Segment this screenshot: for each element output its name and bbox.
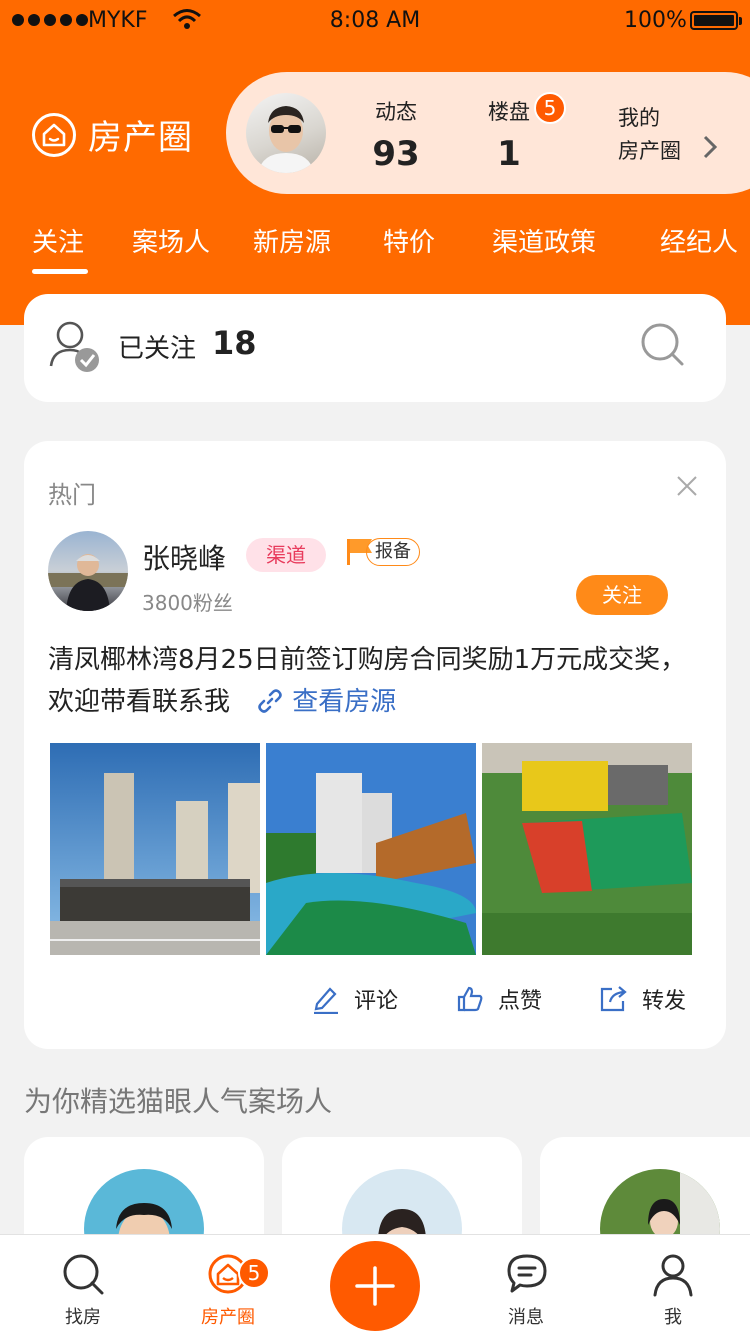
nav-messages-label: 消息 (508, 1307, 544, 1328)
hot-post-card: 热门 张晓峰 渠道 报备 3800粉丝 关注 清凤椰林湾8月25日前签订购房合同… (24, 441, 726, 1049)
brand-name: 房产圈 (88, 118, 193, 158)
tab-new-listing[interactable]: 新房源 (253, 222, 331, 259)
tab-special-price[interactable]: 特价 (383, 222, 435, 259)
like-action[interactable]: 点赞 (456, 979, 542, 1019)
link-icon (258, 689, 283, 713)
report-tag-label: 报备 (366, 538, 420, 566)
battery-icon (690, 11, 742, 30)
loupan-badge: 5 (534, 92, 566, 124)
chevron-right-icon[interactable] (702, 134, 718, 160)
post-images (50, 743, 694, 955)
nav-property-circle-label: 房产圈 (201, 1307, 255, 1328)
like-label: 点赞 (498, 989, 543, 1014)
post-content: 清凤椰林湾8月25日前签订购房合同奖励1万元成交奖，欢迎带看联系我 查看房源 (48, 639, 708, 723)
followed-count: 18 (212, 324, 257, 362)
brand: 房产圈 (32, 110, 193, 159)
nav-find-house-label: 找房 (65, 1307, 101, 1328)
follow-button[interactable]: 关注 (576, 575, 668, 615)
hot-section-label: 热门 (48, 481, 96, 509)
tab-agent[interactable]: 经纪人 (660, 222, 738, 259)
author-avatar[interactable] (48, 531, 128, 611)
share-action[interactable]: 转发 (598, 979, 686, 1019)
nav-circle-badge: 5 (238, 1257, 270, 1289)
user-avatar[interactable] (246, 93, 326, 173)
my-circle-line2: 房产圈 (618, 139, 681, 163)
pencil-icon (314, 987, 338, 1014)
view-listing-link[interactable]: 查看房源 (256, 687, 396, 717)
post-image-2[interactable] (266, 743, 476, 955)
stat-dongtai[interactable]: 动态 93 (366, 96, 426, 174)
post-image-3[interactable] (482, 743, 692, 955)
plus-icon (355, 1266, 395, 1306)
my-circle-line1: 我的 (618, 106, 660, 130)
followed-bar[interactable]: 已关注 18 (24, 294, 726, 402)
add-button[interactable] (330, 1241, 420, 1331)
share-label: 转发 (642, 989, 687, 1014)
close-icon[interactable] (676, 475, 698, 497)
tab-follow[interactable]: 关注 (32, 222, 84, 259)
thumbs-up-icon (457, 986, 483, 1012)
author-name[interactable]: 张晓峰 (142, 537, 226, 577)
tab-anchang[interactable]: 案场人 (132, 222, 210, 259)
search-icon[interactable] (640, 322, 686, 368)
category-tabs: 关注 案场人 新房源 特价 渠道政策 经纪人 (0, 222, 750, 274)
user-icon (653, 1254, 693, 1297)
stat-loupan-value: 1 (497, 134, 521, 174)
tab-active-indicator (32, 269, 88, 274)
profile-summary[interactable]: 动态 93 楼盘 1 5 我的 房产圈 (226, 72, 750, 194)
tab-channel-policy[interactable]: 渠道政策 (492, 222, 596, 259)
view-listing-label: 查看房源 (292, 687, 397, 717)
stat-loupan-label: 楼盘 (488, 100, 530, 124)
followed-label: 已关注 (118, 334, 197, 364)
battery-percent: 100% (624, 8, 687, 33)
stat-dongtai-value: 93 (372, 134, 420, 174)
channel-tag: 渠道 (246, 538, 326, 572)
recommend-title: 为你精选猫眼人气案场人 (24, 1085, 333, 1118)
house-logo-icon (32, 112, 76, 157)
user-check-icon (49, 321, 99, 372)
stat-dongtai-label: 动态 (375, 100, 417, 124)
search-icon (63, 1254, 104, 1295)
my-circle-link[interactable]: 我的 房产圈 (618, 102, 681, 168)
chat-bubble-icon (507, 1254, 547, 1293)
bottom-navigation: 找房 房产圈 5 消息 我 (0, 1234, 750, 1334)
nav-me-label: 我 (664, 1307, 682, 1328)
fans-count: 3800粉丝 (142, 591, 233, 615)
comment-action[interactable]: 评论 (312, 979, 398, 1019)
stat-loupan[interactable]: 楼盘 1 (484, 96, 534, 174)
post-image-1[interactable] (50, 743, 260, 955)
comment-label: 评论 (354, 989, 399, 1014)
status-bar: MYKF 8:08 AM 100% (0, 0, 750, 40)
share-icon (600, 986, 627, 1012)
